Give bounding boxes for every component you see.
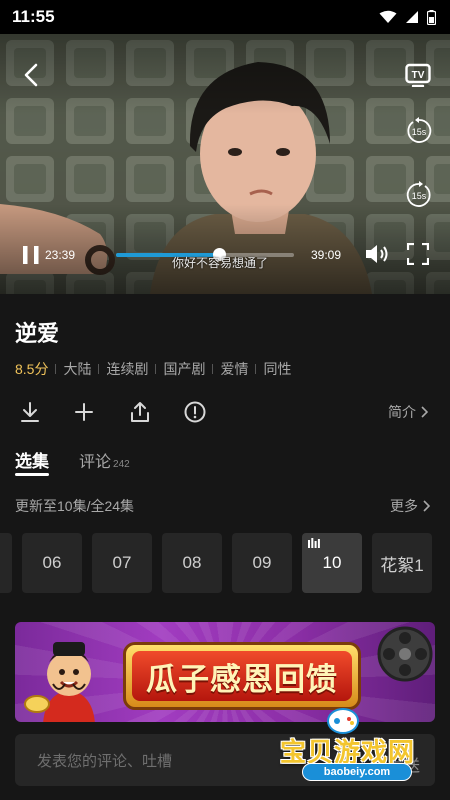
add-to-list-button[interactable] (70, 398, 98, 426)
rewind-15-icon: 15s (407, 117, 432, 143)
update-status: 更新至10集/全24集 (15, 498, 135, 514)
comments-count: 242 (113, 459, 130, 470)
tv-label: TV (412, 70, 425, 81)
chevron-right-icon (421, 406, 428, 418)
video-player[interactable]: TV 15s 15s 23:39 你好不容易想通了 39:09 (0, 34, 450, 294)
report-button[interactable] (181, 398, 209, 426)
episode-item-active[interactable]: 10 (302, 533, 362, 593)
back-button[interactable] (16, 58, 46, 92)
episode-item[interactable]: 06 (22, 533, 82, 593)
divider (155, 364, 157, 374)
pause-icon (23, 246, 39, 264)
episode-item-partial[interactable] (0, 533, 12, 593)
show-title: 逆爱 (15, 321, 60, 346)
tab-episodes-label: 选集 (15, 452, 49, 471)
cartoon-mascot (24, 642, 95, 722)
skip-back-button[interactable]: 15s (404, 116, 434, 146)
fullscreen-button[interactable] (406, 242, 430, 266)
subtitle-text: 你好不容易想通了 (172, 256, 269, 270)
banner-title-plate: 瓜子感恩回馈 (123, 642, 361, 710)
chevron-right-icon (423, 500, 430, 512)
divider (255, 364, 257, 374)
download-icon (21, 402, 39, 422)
tab-episodes[interactable]: 选集 (15, 447, 49, 476)
skip-forward-button[interactable]: 15s (404, 180, 434, 210)
battery-icon (427, 9, 436, 25)
now-playing-icon (308, 538, 320, 548)
divider (212, 364, 214, 374)
divider (98, 364, 100, 374)
exclamation-circle-icon (184, 401, 206, 423)
comment-placeholder: 发表您的评论、吐槽 (37, 752, 173, 770)
status-time: 11:55 (12, 7, 55, 26)
tab-bar: 选集 评论 242 (15, 447, 130, 476)
episode-number: 花絮1 (380, 555, 424, 575)
tab-indicator (15, 473, 49, 476)
tag: 同性 (263, 361, 292, 377)
episode-item[interactable]: 09 (232, 533, 292, 593)
episode-item[interactable]: 07 (92, 533, 152, 593)
skip-forward-label: 15s (412, 191, 427, 201)
tv-cast-button[interactable]: TV (404, 62, 432, 88)
more-episodes-link[interactable]: 更多 (390, 496, 430, 516)
forward-15-icon: 15s (406, 181, 431, 207)
current-time: 23:39 (45, 248, 76, 262)
tag: 大陆 (63, 361, 92, 377)
episode-list: 06 07 08 09 10 花絮1 (0, 533, 450, 593)
pause-button[interactable] (20, 242, 42, 268)
video-top-overlay (0, 34, 450, 114)
intro-link[interactable]: 简介 (388, 402, 428, 422)
episode-number: 08 (182, 553, 202, 572)
total-time: 39:09 (311, 248, 342, 262)
share-icon (131, 402, 149, 422)
tab-comments[interactable]: 评论 (79, 448, 111, 472)
more-label: 更多 (390, 498, 418, 514)
watermark: 宝贝游戏网 baobeiy.com (272, 702, 432, 792)
tag: 爱情 (220, 361, 249, 377)
show-meta: 8.5分 大陆 连续剧 国产剧 爱情 同性 (15, 359, 291, 379)
episode-number: 06 (42, 553, 62, 572)
volume-icon (366, 245, 388, 263)
skip-back-label: 15s (412, 127, 427, 137)
signal-icon (406, 11, 418, 23)
plus-icon (75, 403, 93, 421)
episode-number: 09 (252, 553, 272, 572)
episode-number: 10 (322, 553, 342, 572)
chevron-left-icon (24, 63, 38, 87)
wifi-icon (379, 10, 397, 23)
download-button[interactable] (16, 398, 44, 426)
intro-label: 简介 (388, 404, 416, 420)
fullscreen-icon (407, 243, 429, 265)
gamepad-icon (327, 708, 359, 734)
status-bar: 11:55 (0, 0, 450, 34)
tag: 国产剧 (163, 361, 206, 377)
episode-item[interactable]: 花絮1 (372, 533, 432, 593)
volume-button[interactable] (364, 240, 390, 268)
episode-item[interactable]: 08 (162, 533, 222, 593)
film-reel-icon (377, 626, 433, 682)
divider (55, 364, 57, 374)
banner-title-inner: 瓜子感恩回馈 (132, 651, 352, 701)
action-row (0, 398, 450, 426)
share-button[interactable] (126, 398, 154, 426)
tv-icon: TV (405, 63, 431, 87)
episode-number: 07 (112, 553, 132, 572)
watermark-url: baobeiy.com (302, 763, 412, 781)
banner-text: 瓜子感恩回馈 (146, 661, 338, 697)
score: 8.5分 (15, 361, 49, 377)
status-icons (379, 9, 436, 25)
tag: 连续剧 (106, 361, 149, 377)
